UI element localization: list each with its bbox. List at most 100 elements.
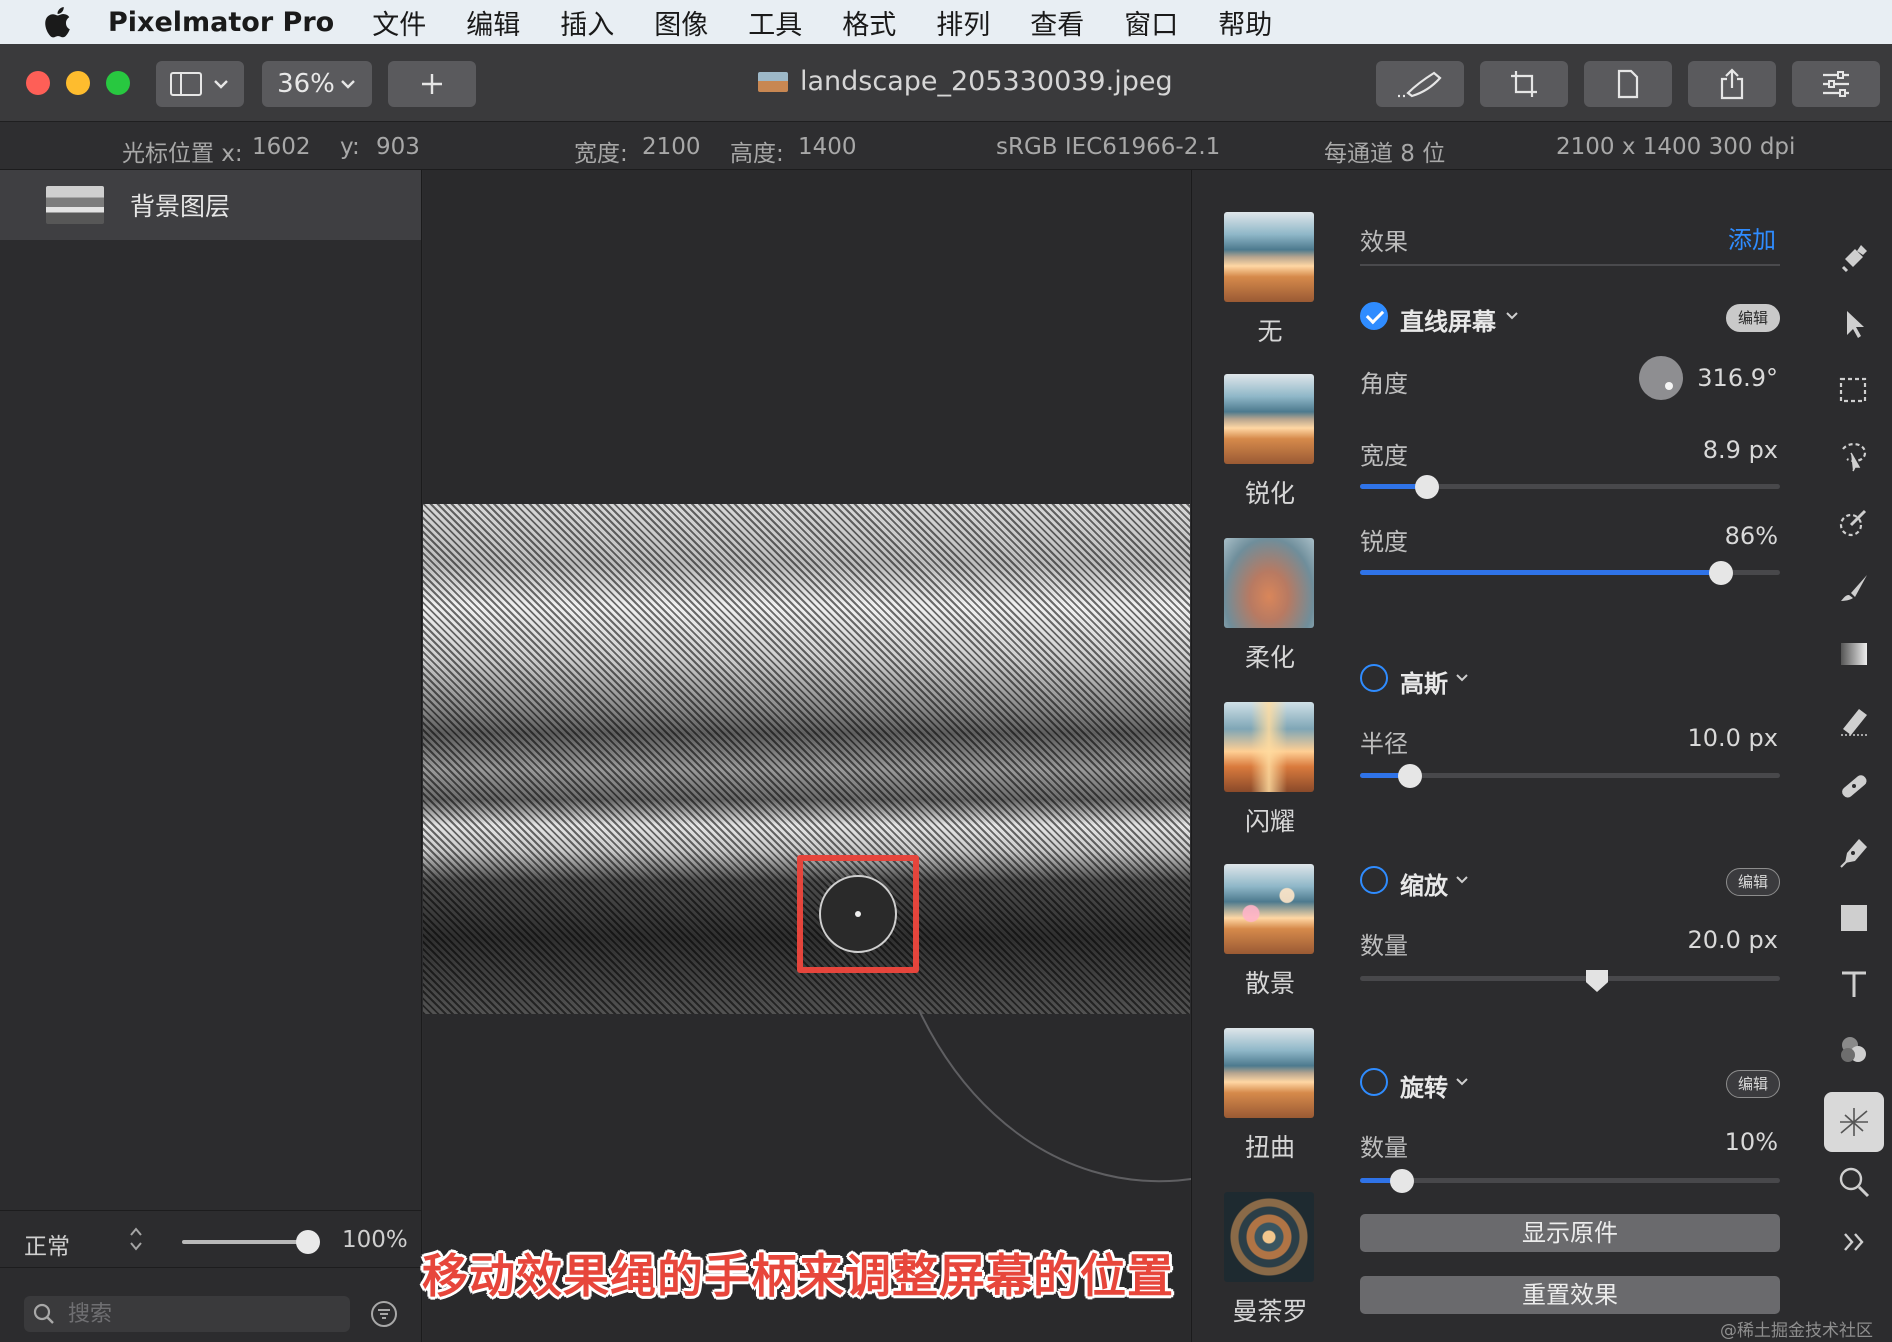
preset-distort-thumbnail[interactable] [1224,1028,1314,1118]
width-slider-knob[interactable] [1415,475,1439,499]
show-original-button[interactable]: 显示原件 [1360,1214,1780,1252]
tool-type[interactable] [1834,964,1874,1004]
add-button[interactable] [388,61,476,107]
tool-erase[interactable] [1834,700,1874,740]
effect-rope-handle[interactable] [819,875,897,953]
menu-edit[interactable]: 编辑 [466,3,520,42]
zoom-amount-value[interactable]: 20.0 px [1687,926,1778,954]
tool-pen[interactable] [1834,832,1874,872]
crop-button[interactable] [1480,61,1568,107]
blend-mode-select[interactable]: 正常 [24,1227,70,1261]
line-screen-checkbox[interactable] [1360,302,1388,330]
format-button[interactable] [1584,61,1672,107]
zoom-dropdown[interactable]: 36% [262,61,372,107]
add-effect-button[interactable]: 添加 [1728,220,1776,255]
tool-style[interactable] [1834,238,1874,278]
sidebar-toggle-button[interactable] [156,61,244,107]
search-input[interactable] [68,1299,338,1329]
share-button[interactable] [1688,61,1776,107]
preset-distort-label[interactable]: 扭曲 [1210,1128,1330,1164]
menu-tools[interactable]: 工具 [748,3,802,42]
chevron-down-icon[interactable] [1454,1076,1470,1088]
preset-bokeh-label[interactable]: 散景 [1210,964,1330,1000]
gaussian-checkbox[interactable] [1360,664,1388,692]
preset-none-thumbnail[interactable] [1224,212,1314,302]
filter-icon[interactable] [370,1300,398,1328]
zoom-amount-slider[interactable] [1360,976,1780,981]
line-screen-name[interactable]: 直线屏幕 [1400,302,1496,337]
tool-retouch[interactable] [1834,766,1874,806]
chevron-down-icon[interactable] [1454,672,1470,684]
menu-help[interactable]: 帮助 [1218,3,1272,42]
tool-color-adjustments[interactable] [1834,1030,1874,1070]
gaussian-name[interactable]: 高斯 [1400,664,1448,699]
chevron-down-icon[interactable] [1454,874,1470,886]
retouch-button[interactable] [1376,61,1464,107]
spin-amount-value[interactable]: 10% [1725,1128,1778,1156]
preset-sharpen-label[interactable]: 锐化 [1210,474,1330,510]
apple-icon[interactable] [40,3,78,41]
canvas-area[interactable] [423,170,1190,1342]
spin-edit-button[interactable]: 编辑 [1726,1070,1780,1098]
menu-insert[interactable]: 插入 [560,3,614,42]
zoom-name[interactable]: 缩放 [1400,866,1448,901]
layer-search[interactable] [24,1296,350,1332]
tool-paint[interactable] [1834,568,1874,608]
menu-view[interactable]: 查看 [1030,3,1084,42]
preset-sharpen-thumbnail[interactable] [1224,374,1314,464]
sharpness-value[interactable]: 86% [1725,522,1778,550]
spin-amount-slider[interactable] [1360,1178,1780,1183]
spin-amount-slider-knob[interactable] [1390,1169,1414,1193]
reset-effects-button[interactable]: 重置效果 [1360,1276,1780,1314]
tool-rectangle-select[interactable] [1834,370,1874,410]
up-down-chevron-icon[interactable] [128,1225,144,1253]
quick-select-icon [1839,509,1867,537]
zoom-edit-button[interactable]: 编辑 [1726,868,1780,896]
radius-value[interactable]: 10.0 px [1687,724,1778,752]
tool-shape[interactable] [1834,898,1874,938]
effects-header-divider [1360,264,1780,266]
preset-shine-label[interactable]: 闪耀 [1210,802,1330,838]
preset-soften-thumbnail[interactable] [1224,538,1314,628]
line-screen-edit-button[interactable]: 编辑 [1726,304,1780,332]
tool-gradient[interactable] [1834,634,1874,674]
preset-bokeh-thumbnail[interactable] [1224,864,1314,954]
radius-slider[interactable] [1360,773,1780,778]
minimize-window-button[interactable] [66,71,90,95]
app-name-menu[interactable]: Pixelmator Pro [108,7,334,38]
tool-zoom[interactable] [1834,1162,1874,1202]
preset-mandala-label[interactable]: 曼荼罗 [1210,1292,1330,1328]
menu-arrange[interactable]: 排列 [936,3,990,42]
preset-soften-label[interactable]: 柔化 [1210,638,1330,674]
maximize-window-button[interactable] [106,71,130,95]
brush-icon [1398,71,1442,98]
layer-row[interactable]: 背景图层 [0,170,421,240]
cursor-y-value: 903 [376,134,420,160]
radius-slider-knob[interactable] [1398,764,1422,788]
opacity-slider-knob[interactable] [296,1230,320,1254]
angle-dial[interactable] [1639,356,1683,400]
close-window-button[interactable] [26,71,50,95]
angle-value[interactable]: 316.9° [1697,364,1778,392]
width-value[interactable]: 8.9 px [1703,436,1778,464]
spin-name[interactable]: 旋转 [1400,1068,1448,1103]
sharpness-slider-knob[interactable] [1709,561,1733,585]
tool-lasso[interactable] [1834,436,1874,476]
chevron-down-icon[interactable] [1504,310,1520,322]
zoom-checkbox[interactable] [1360,866,1388,894]
preset-mandala-thumbnail[interactable] [1224,1192,1314,1282]
preset-shine-thumbnail[interactable] [1224,702,1314,792]
menu-file[interactable]: 文件 [372,3,426,42]
menu-format[interactable]: 格式 [842,3,896,42]
preset-none-label[interactable]: 无 [1210,312,1330,348]
spin-checkbox[interactable] [1360,1068,1388,1096]
tool-arrange[interactable] [1834,304,1874,344]
menu-image[interactable]: 图像 [654,3,708,42]
more-tools-button[interactable] [1834,1222,1874,1262]
zoom-amount-slider-knob[interactable] [1586,970,1608,992]
adjust-panel-button[interactable] [1792,61,1880,107]
tool-quick-select[interactable] [1834,502,1874,542]
menu-window[interactable]: 窗口 [1124,3,1178,42]
opacity-slider[interactable] [182,1240,312,1244]
tool-effects[interactable] [1834,1102,1874,1142]
